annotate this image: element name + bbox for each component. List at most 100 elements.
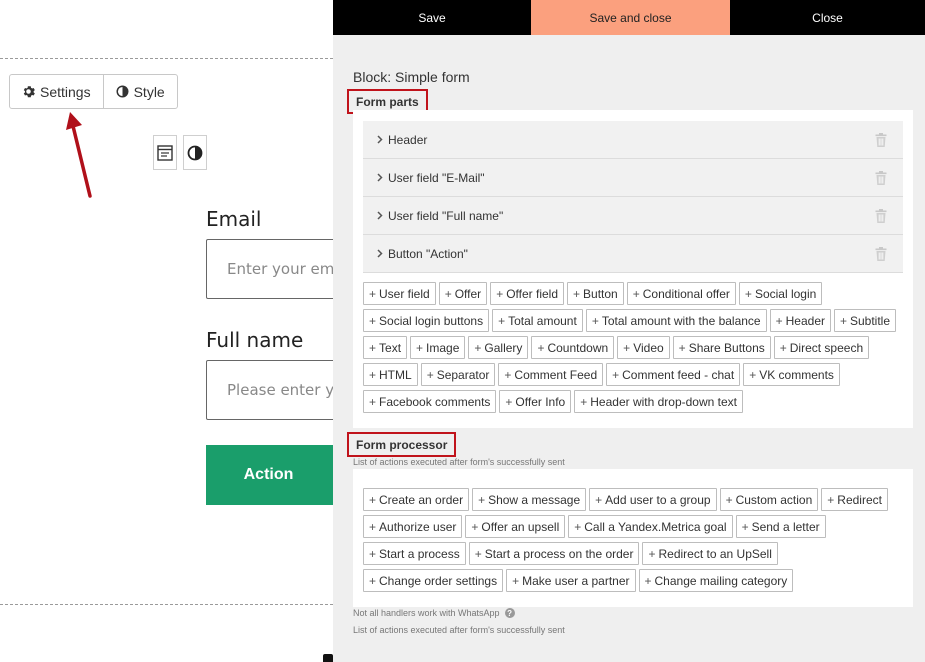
whatsapp-footnote: Not all handlers work with WhatsApp ?	[353, 608, 515, 618]
add-part-offer-button[interactable]: + Offer	[438, 282, 488, 305]
add-part-header-with-drop-down-text-button[interactable]: + Header with drop-down text	[574, 390, 743, 413]
block-bottom-border	[0, 604, 333, 605]
trash-icon[interactable]	[873, 132, 889, 148]
block-top-border	[0, 58, 333, 59]
save-button[interactable]: Save	[333, 0, 531, 35]
trash-icon[interactable]	[873, 170, 889, 186]
form-part-label: Header	[388, 132, 428, 147]
form-parts-list: Header User field "E-Mail" User field "Ful…	[363, 121, 903, 273]
add-part-button-button[interactable]: + Button	[567, 282, 624, 305]
add-part-comment-feed-chat-button[interactable]: + Comment feed - chat	[606, 363, 741, 386]
chip-label: Redirect to an UpSell	[658, 546, 772, 561]
add-action-make-user-a-partner-button[interactable]: + Make user a partner	[506, 569, 636, 592]
plus-icon: +	[471, 519, 479, 534]
plus-icon: +	[827, 492, 835, 507]
add-part-subtitle-button[interactable]: + Subtitle	[833, 309, 897, 332]
form-style-contrast-icon[interactable]	[183, 135, 207, 170]
add-action-change-order-settings-button[interactable]: + Change order settings	[363, 569, 504, 592]
plus-icon: +	[369, 573, 377, 588]
add-action-offer-an-upsell-button[interactable]: + Offer an upsell	[465, 515, 566, 538]
add-action-custom-action-button[interactable]: + Custom action	[719, 488, 819, 511]
add-action-start-a-process-button[interactable]: + Start a process	[363, 542, 466, 565]
chip-label: Social login buttons	[379, 313, 484, 328]
add-part-offer-field-button[interactable]: + Offer field	[490, 282, 565, 305]
add-action-buttons: + Create an order + Show a message + Add user…	[363, 488, 911, 592]
chip-label: Share Buttons	[688, 340, 765, 355]
chip-label: Button	[583, 286, 618, 301]
add-action-start-a-process-on-the-order-button[interactable]: + Start a process on the order	[468, 542, 640, 565]
plus-icon: +	[505, 394, 513, 409]
add-part-social-login-button[interactable]: + Social login	[738, 282, 823, 305]
add-part-facebook-comments-button[interactable]: + Facebook comments	[363, 390, 497, 413]
settings-button[interactable]: Settings	[10, 75, 103, 108]
add-part-social-login-buttons-button[interactable]: + Social login buttons	[363, 309, 490, 332]
add-part-user-field-button[interactable]: + User field	[363, 282, 436, 305]
save-and-close-button[interactable]: Save and close	[531, 0, 730, 35]
add-part-video-button[interactable]: + Video	[617, 336, 670, 359]
chip-label: Separator	[436, 367, 490, 382]
add-part-offer-info-button[interactable]: + Offer Info	[499, 390, 572, 413]
style-label: Style	[133, 83, 165, 100]
form-part-row[interactable]: Button "Action"	[363, 235, 903, 273]
plus-icon: +	[498, 313, 506, 328]
trash-icon[interactable]	[873, 246, 889, 262]
email-input[interactable]: Enter your email	[206, 239, 333, 299]
add-part-separator-button[interactable]: + Separator	[420, 363, 496, 386]
form-part-label: User field "E-Mail"	[388, 170, 485, 185]
chip-label: Redirect	[837, 492, 882, 507]
chip-label: Call a Yandex.Metrica goal	[584, 519, 727, 534]
add-part-countdown-button[interactable]: + Countdown	[531, 336, 615, 359]
add-part-total-amount-with-the-balance-button[interactable]: + Total amount with the balance	[585, 309, 767, 332]
chip-label: Create an order	[379, 492, 464, 507]
form-part-row[interactable]: User field "Full name"	[363, 197, 903, 235]
add-part-gallery-button[interactable]: + Gallery	[468, 336, 529, 359]
panel-topbar: Save Save and close Close	[333, 0, 925, 35]
add-part-comment-feed-button[interactable]: + Comment Feed	[498, 363, 604, 386]
add-action-call-a-yandex-metrica-goal-button[interactable]: + Call a Yandex.Metrica goal	[568, 515, 733, 538]
chip-label: Video	[633, 340, 664, 355]
form-part-toggle[interactable]: User field "Full name"	[377, 209, 503, 223]
form-part-toggle[interactable]: User field "E-Mail"	[377, 171, 485, 185]
plus-icon: +	[496, 286, 504, 301]
chip-label: Add user to a group	[605, 492, 711, 507]
add-action-create-an-order-button[interactable]: + Create an order	[363, 488, 470, 511]
add-part-total-amount-button[interactable]: + Total amount	[492, 309, 583, 332]
style-button[interactable]: Style	[102, 75, 177, 108]
form-part-toggle[interactable]: Header	[377, 133, 427, 147]
form-settings-icon[interactable]	[153, 135, 177, 170]
form-part-row[interactable]: Header	[363, 121, 903, 159]
add-part-text-button[interactable]: + Text	[363, 336, 408, 359]
add-action-authorize-user-button[interactable]: + Authorize user	[363, 515, 463, 538]
add-part-html-button[interactable]: + HTML	[363, 363, 418, 386]
plus-icon: +	[612, 367, 620, 382]
add-action-change-mailing-category-button[interactable]: + Change mailing category	[638, 569, 794, 592]
add-part-header-button[interactable]: + Header	[769, 309, 831, 332]
add-action-show-a-message-button[interactable]: + Show a message	[472, 488, 587, 511]
add-action-redirect-button[interactable]: + Redirect	[821, 488, 888, 511]
chevron-right-icon	[377, 171, 383, 185]
plus-icon: +	[369, 519, 377, 534]
add-action-redirect-to-an-upsell-button[interactable]: + Redirect to an UpSell	[642, 542, 778, 565]
add-action-add-user-to-a-group-button[interactable]: + Add user to a group	[589, 488, 717, 511]
chip-label: Text	[379, 340, 402, 355]
add-action-send-a-letter-button[interactable]: + Send a letter	[735, 515, 826, 538]
fullname-input[interactable]: Please enter your full name	[206, 360, 333, 420]
plus-icon: +	[369, 340, 377, 355]
chip-label: Subtitle	[850, 313, 891, 328]
block-tool-icons	[153, 135, 207, 170]
add-part-conditional-offer-button[interactable]: + Conditional offer	[626, 282, 736, 305]
add-part-image-button[interactable]: + Image	[410, 336, 466, 359]
add-part-direct-speech-button[interactable]: + Direct speech	[773, 336, 870, 359]
add-part-share-buttons-button[interactable]: + Share Buttons	[672, 336, 771, 359]
action-button[interactable]: Action	[206, 445, 333, 505]
chip-label: Offer Info	[515, 394, 566, 409]
form-part-row[interactable]: User field "E-Mail"	[363, 159, 903, 197]
question-icon[interactable]: ?	[504, 608, 515, 618]
trash-icon[interactable]	[873, 208, 889, 224]
chip-label: Total amount with the balance	[601, 313, 761, 328]
form-part-toggle[interactable]: Button "Action"	[377, 247, 468, 261]
chip-label: Total amount	[508, 313, 577, 328]
add-part-vk-comments-button[interactable]: + VK comments	[743, 363, 840, 386]
plus-icon: +	[416, 340, 424, 355]
close-button[interactable]: Close	[730, 0, 925, 35]
